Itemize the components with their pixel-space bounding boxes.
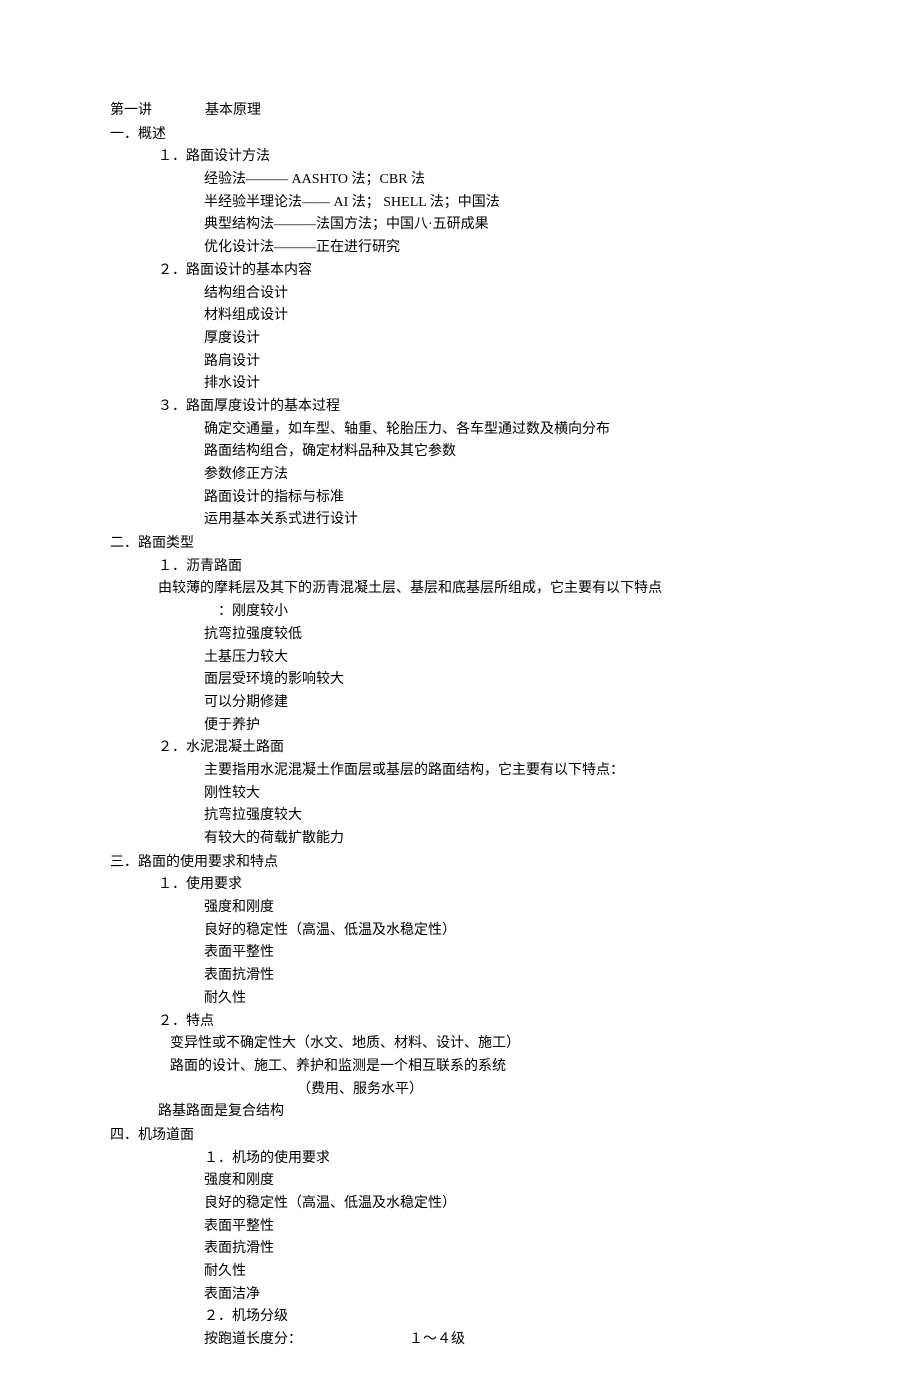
text-line: 抗弯拉强度较低 [110, 624, 810, 646]
text-line: 半经验半理论法—— AI 法； SHELL 法；中国法 [110, 192, 810, 214]
text-line: 强度和刚度 [110, 897, 810, 919]
item-1-1-header: １．路面设计方法 [110, 146, 810, 168]
text-line: 良好的稳定性（高温、低温及水稳定性） [110, 920, 810, 942]
doc-title-line: 第一讲 基本原理 [110, 100, 810, 122]
text-line: 主要指用水泥混凝土作面层或基层的路面结构，它主要有以下特点： [110, 760, 810, 782]
text-line: 运用基本关系式进行设计 [110, 509, 810, 531]
text-line: 表面洁净 [110, 1284, 810, 1306]
text-note: （费用、服务水平） [110, 1079, 810, 1101]
text-line: 刚性较大 [110, 783, 810, 805]
text-line: 表面平整性 [110, 1216, 810, 1238]
section-1-header: 一．概述 [110, 124, 810, 146]
text-line: 路基路面是复合结构 [110, 1101, 810, 1123]
text-line: 耐久性 [110, 988, 810, 1010]
text-line: ：刚度较小 [110, 601, 810, 623]
item-4-1-header: １．机场的使用要求 [110, 1148, 810, 1170]
item-4-2-header: ２．机场分级 [110, 1306, 810, 1328]
text-line: 参数修正方法 [110, 464, 810, 486]
text-line: 典型结构法———法国方法；中国八·五研成果 [110, 214, 810, 236]
text-line: 土基压力较大 [110, 647, 810, 669]
doc-title: 第一讲 [110, 103, 152, 118]
text-line: 路面的设计、施工、养护和监测是一个相互联系的系统 [110, 1056, 810, 1078]
item-1-2-header: ２．路面设计的基本内容 [110, 260, 810, 282]
text-value: １～４级 [409, 1332, 465, 1347]
text-line: 抗弯拉强度较大 [110, 805, 810, 827]
item-2-2-header: ２．水泥混凝土路面 [110, 737, 810, 759]
text-line: 表面平整性 [110, 942, 810, 964]
text-label: 按跑道长度分： [204, 1329, 302, 1351]
text-line: 表面抗滑性 [110, 1238, 810, 1260]
text-line: 路肩设计 [110, 351, 810, 373]
text-line: 路面结构组合，确定材料品种及其它参数 [110, 441, 810, 463]
item-1-3-header: ３．路面厚度设计的基本过程 [110, 396, 810, 418]
section-2-header: 二．路面类型 [110, 533, 810, 555]
text-line: 便于养护 [110, 715, 810, 737]
item-3-2-header: ２．特点 [110, 1011, 810, 1033]
text-line: 优化设计法———正在进行研究 [110, 237, 810, 259]
section-4-header: 四．机场道面 [110, 1125, 810, 1147]
item-2-1-header: １．沥青路面 [110, 556, 810, 578]
text-line: 结构组合设计 [110, 283, 810, 305]
text-line: 变异性或不确定性大（水文、地质、材料、设计、施工） [110, 1033, 810, 1055]
text-line: 厚度设计 [110, 328, 810, 350]
text-line: 按跑道长度分： １～４级 [110, 1329, 810, 1351]
text-line: 有较大的荷载扩散能力 [110, 828, 810, 850]
text-line: 确定交通量，如车型、轴重、轮胎压力、各车型通过数及横向分布 [110, 419, 810, 441]
text-line: 强度和刚度 [110, 1170, 810, 1192]
text-line: 路面设计的指标与标准 [110, 487, 810, 509]
text-line: 耐久性 [110, 1261, 810, 1283]
item-3-1-header: １．使用要求 [110, 874, 810, 896]
doc-subtitle: 基本原理 [205, 103, 261, 118]
text-line: 排水设计 [110, 373, 810, 395]
text-line: 面层受环境的影响较大 [110, 669, 810, 691]
section-3-header: 三．路面的使用要求和特点 [110, 852, 810, 874]
text-line: 表面抗滑性 [110, 965, 810, 987]
text-line: 由较薄的摩耗层及其下的沥青混凝土层、基层和底基层所组成，它主要有以下特点 [110, 578, 810, 600]
text-line: 经验法——— AASHTO 法；CBR 法 [110, 169, 810, 191]
text-line: 可以分期修建 [110, 692, 810, 714]
text-line: 材料组成设计 [110, 305, 810, 327]
text-line: 良好的稳定性（高温、低温及水稳定性） [110, 1193, 810, 1215]
